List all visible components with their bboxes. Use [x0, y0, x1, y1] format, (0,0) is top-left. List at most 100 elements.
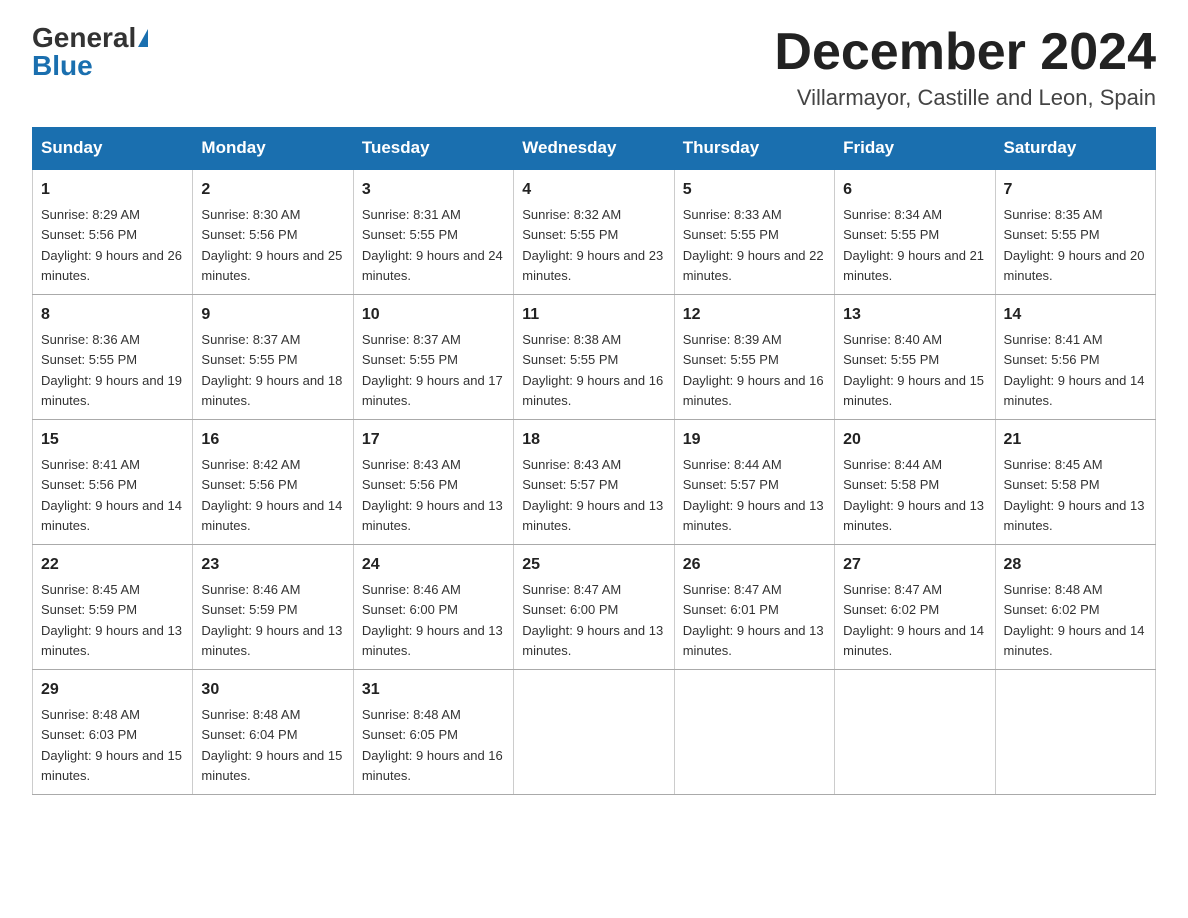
header-cell-sunday: Sunday [33, 128, 193, 170]
day-info: Sunrise: 8:32 AMSunset: 5:55 PMDaylight:… [522, 207, 663, 283]
day-number: 16 [201, 428, 344, 452]
day-info: Sunrise: 8:42 AMSunset: 5:56 PMDaylight:… [201, 457, 342, 533]
day-info: Sunrise: 8:46 AMSunset: 5:59 PMDaylight:… [201, 582, 342, 658]
calendar-body: 1 Sunrise: 8:29 AMSunset: 5:56 PMDayligh… [33, 169, 1156, 795]
calendar-cell: 4 Sunrise: 8:32 AMSunset: 5:55 PMDayligh… [514, 169, 674, 295]
calendar-header: SundayMondayTuesdayWednesdayThursdayFrid… [33, 128, 1156, 170]
day-info: Sunrise: 8:37 AMSunset: 5:55 PMDaylight:… [201, 332, 342, 408]
calendar-cell: 20 Sunrise: 8:44 AMSunset: 5:58 PMDaylig… [835, 420, 995, 545]
day-info: Sunrise: 8:38 AMSunset: 5:55 PMDaylight:… [522, 332, 663, 408]
day-info: Sunrise: 8:31 AMSunset: 5:55 PMDaylight:… [362, 207, 503, 283]
calendar-cell: 16 Sunrise: 8:42 AMSunset: 5:56 PMDaylig… [193, 420, 353, 545]
day-number: 26 [683, 553, 826, 577]
day-number: 27 [843, 553, 986, 577]
day-info: Sunrise: 8:44 AMSunset: 5:57 PMDaylight:… [683, 457, 824, 533]
day-info: Sunrise: 8:46 AMSunset: 6:00 PMDaylight:… [362, 582, 503, 658]
header-row: SundayMondayTuesdayWednesdayThursdayFrid… [33, 128, 1156, 170]
calendar-cell: 9 Sunrise: 8:37 AMSunset: 5:55 PMDayligh… [193, 295, 353, 420]
day-info: Sunrise: 8:44 AMSunset: 5:58 PMDaylight:… [843, 457, 984, 533]
calendar-cell: 2 Sunrise: 8:30 AMSunset: 5:56 PMDayligh… [193, 169, 353, 295]
day-info: Sunrise: 8:34 AMSunset: 5:55 PMDaylight:… [843, 207, 984, 283]
week-row-5: 29 Sunrise: 8:48 AMSunset: 6:03 PMDaylig… [33, 670, 1156, 795]
logo-blue-text: Blue [32, 52, 93, 80]
day-number: 31 [362, 678, 505, 702]
day-number: 21 [1004, 428, 1147, 452]
location-subtitle: Villarmayor, Castille and Leon, Spain [774, 85, 1156, 111]
day-info: Sunrise: 8:47 AMSunset: 6:02 PMDaylight:… [843, 582, 984, 658]
calendar-cell: 18 Sunrise: 8:43 AMSunset: 5:57 PMDaylig… [514, 420, 674, 545]
calendar-cell: 3 Sunrise: 8:31 AMSunset: 5:55 PMDayligh… [353, 169, 513, 295]
day-info: Sunrise: 8:37 AMSunset: 5:55 PMDaylight:… [362, 332, 503, 408]
calendar-cell: 24 Sunrise: 8:46 AMSunset: 6:00 PMDaylig… [353, 545, 513, 670]
calendar-cell [995, 670, 1155, 795]
logo-triangle-icon [138, 29, 148, 47]
calendar-cell [514, 670, 674, 795]
day-number: 12 [683, 303, 826, 327]
day-number: 19 [683, 428, 826, 452]
calendar-cell: 21 Sunrise: 8:45 AMSunset: 5:58 PMDaylig… [995, 420, 1155, 545]
day-info: Sunrise: 8:48 AMSunset: 6:02 PMDaylight:… [1004, 582, 1145, 658]
header-cell-wednesday: Wednesday [514, 128, 674, 170]
day-number: 28 [1004, 553, 1147, 577]
calendar-cell: 8 Sunrise: 8:36 AMSunset: 5:55 PMDayligh… [33, 295, 193, 420]
day-number: 8 [41, 303, 184, 327]
header-cell-friday: Friday [835, 128, 995, 170]
calendar-cell: 27 Sunrise: 8:47 AMSunset: 6:02 PMDaylig… [835, 545, 995, 670]
calendar-cell [674, 670, 834, 795]
day-number: 2 [201, 178, 344, 202]
logo-general-text: General [32, 24, 136, 52]
day-number: 30 [201, 678, 344, 702]
calendar-cell: 29 Sunrise: 8:48 AMSunset: 6:03 PMDaylig… [33, 670, 193, 795]
calendar-cell: 15 Sunrise: 8:41 AMSunset: 5:56 PMDaylig… [33, 420, 193, 545]
day-info: Sunrise: 8:45 AMSunset: 5:58 PMDaylight:… [1004, 457, 1145, 533]
calendar-table: SundayMondayTuesdayWednesdayThursdayFrid… [32, 127, 1156, 795]
day-number: 23 [201, 553, 344, 577]
calendar-cell: 25 Sunrise: 8:47 AMSunset: 6:00 PMDaylig… [514, 545, 674, 670]
calendar-cell: 12 Sunrise: 8:39 AMSunset: 5:55 PMDaylig… [674, 295, 834, 420]
calendar-cell: 30 Sunrise: 8:48 AMSunset: 6:04 PMDaylig… [193, 670, 353, 795]
day-number: 29 [41, 678, 184, 702]
day-number: 14 [1004, 303, 1147, 327]
day-info: Sunrise: 8:43 AMSunset: 5:56 PMDaylight:… [362, 457, 503, 533]
day-info: Sunrise: 8:43 AMSunset: 5:57 PMDaylight:… [522, 457, 663, 533]
calendar-cell: 10 Sunrise: 8:37 AMSunset: 5:55 PMDaylig… [353, 295, 513, 420]
day-number: 15 [41, 428, 184, 452]
week-row-4: 22 Sunrise: 8:45 AMSunset: 5:59 PMDaylig… [33, 545, 1156, 670]
day-number: 25 [522, 553, 665, 577]
day-number: 1 [41, 178, 184, 202]
day-info: Sunrise: 8:48 AMSunset: 6:03 PMDaylight:… [41, 707, 182, 783]
day-info: Sunrise: 8:35 AMSunset: 5:55 PMDaylight:… [1004, 207, 1145, 283]
day-number: 4 [522, 178, 665, 202]
day-info: Sunrise: 8:47 AMSunset: 6:01 PMDaylight:… [683, 582, 824, 658]
header-cell-monday: Monday [193, 128, 353, 170]
day-info: Sunrise: 8:45 AMSunset: 5:59 PMDaylight:… [41, 582, 182, 658]
day-number: 24 [362, 553, 505, 577]
calendar-cell: 23 Sunrise: 8:46 AMSunset: 5:59 PMDaylig… [193, 545, 353, 670]
title-block: December 2024 Villarmayor, Castille and … [774, 24, 1156, 111]
day-info: Sunrise: 8:30 AMSunset: 5:56 PMDaylight:… [201, 207, 342, 283]
calendar-cell: 13 Sunrise: 8:40 AMSunset: 5:55 PMDaylig… [835, 295, 995, 420]
day-number: 7 [1004, 178, 1147, 202]
day-info: Sunrise: 8:41 AMSunset: 5:56 PMDaylight:… [1004, 332, 1145, 408]
day-number: 5 [683, 178, 826, 202]
header-cell-saturday: Saturday [995, 128, 1155, 170]
day-info: Sunrise: 8:41 AMSunset: 5:56 PMDaylight:… [41, 457, 182, 533]
day-info: Sunrise: 8:48 AMSunset: 6:05 PMDaylight:… [362, 707, 503, 783]
day-number: 17 [362, 428, 505, 452]
day-number: 3 [362, 178, 505, 202]
day-info: Sunrise: 8:36 AMSunset: 5:55 PMDaylight:… [41, 332, 182, 408]
header-cell-thursday: Thursday [674, 128, 834, 170]
calendar-cell: 5 Sunrise: 8:33 AMSunset: 5:55 PMDayligh… [674, 169, 834, 295]
day-info: Sunrise: 8:39 AMSunset: 5:55 PMDaylight:… [683, 332, 824, 408]
calendar-cell: 22 Sunrise: 8:45 AMSunset: 5:59 PMDaylig… [33, 545, 193, 670]
day-info: Sunrise: 8:33 AMSunset: 5:55 PMDaylight:… [683, 207, 824, 283]
calendar-cell: 6 Sunrise: 8:34 AMSunset: 5:55 PMDayligh… [835, 169, 995, 295]
day-number: 9 [201, 303, 344, 327]
day-info: Sunrise: 8:48 AMSunset: 6:04 PMDaylight:… [201, 707, 342, 783]
day-number: 20 [843, 428, 986, 452]
header-cell-tuesday: Tuesday [353, 128, 513, 170]
day-number: 11 [522, 303, 665, 327]
calendar-cell: 11 Sunrise: 8:38 AMSunset: 5:55 PMDaylig… [514, 295, 674, 420]
day-number: 18 [522, 428, 665, 452]
week-row-3: 15 Sunrise: 8:41 AMSunset: 5:56 PMDaylig… [33, 420, 1156, 545]
